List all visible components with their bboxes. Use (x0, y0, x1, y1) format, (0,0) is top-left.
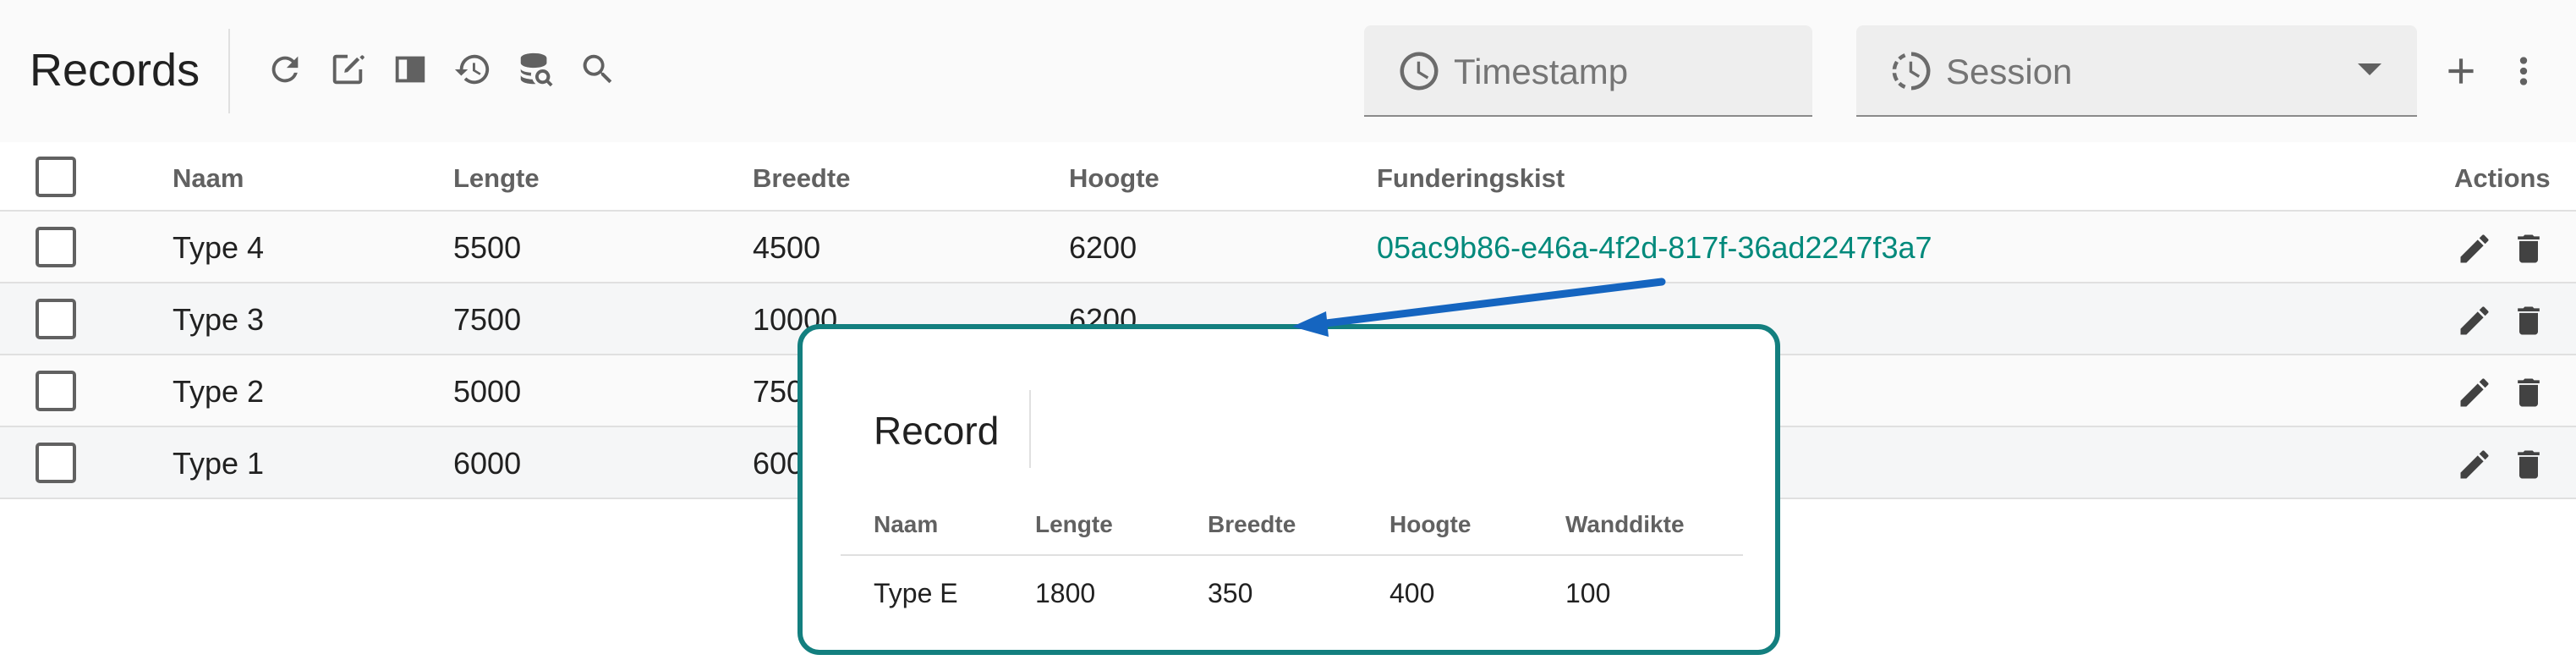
search-icon[interactable] (578, 49, 618, 90)
cell-breedte: 600 (753, 446, 804, 481)
popup-header-divider (841, 554, 1743, 556)
column-header-naam[interactable]: Naam (173, 163, 244, 194)
funderingskist-link[interactable]: 05ac9b86-e46a-4f2d-817f-36ad2247f3a7 (1377, 231, 1932, 265)
popup-cell-lengte: 1800 (1035, 578, 1096, 608)
delete-icon[interactable] (2510, 230, 2547, 267)
column-header-breedte[interactable]: Breedte (753, 163, 850, 194)
delete-icon[interactable] (2510, 374, 2547, 411)
column-header-actions: Actions (2454, 163, 2551, 193)
column-header-hoogte[interactable]: Hoogte (1069, 163, 1159, 194)
popup-column-header: Lengte (1035, 511, 1113, 537)
edit-note-icon[interactable] (327, 49, 368, 90)
edit-icon[interactable] (2456, 302, 2493, 339)
record-popup: Record Naam Lengte Breedte Hoogte Wanddi… (797, 324, 1780, 655)
delete-icon[interactable] (2510, 446, 2547, 483)
edit-icon[interactable] (2456, 374, 2493, 411)
edit-icon[interactable] (2456, 230, 2493, 267)
session-select[interactable]: Session (1856, 25, 2417, 117)
popup-column-header: Breedte (1208, 511, 1296, 537)
page-title: Records (30, 45, 200, 96)
row-checkbox[interactable] (36, 443, 76, 483)
more-vertical-icon[interactable] (2502, 49, 2546, 93)
cell-naam: Type 1 (173, 446, 265, 481)
popup-cell-breedte: 350 (1208, 578, 1253, 608)
cell-breedte: 750 (753, 374, 804, 409)
toolbar: Records Timestamp Session (0, 0, 2576, 142)
cell-hoogte: 6200 (1069, 230, 1137, 265)
popup-title: Record (874, 409, 1000, 453)
popup-title-divider (1029, 390, 1031, 468)
popup-cell-hoogte: 400 (1389, 578, 1435, 608)
refresh-icon[interactable] (265, 49, 305, 90)
delete-icon[interactable] (2510, 302, 2547, 339)
popup-column-header: Wanddikte (1565, 511, 1685, 537)
cell-lengte: 7500 (453, 302, 522, 337)
session-select-label: Session (1946, 52, 2073, 91)
cell-naam: Type 3 (173, 302, 265, 337)
timestamp-filter-label: Timestamp (1454, 52, 1629, 91)
row-checkbox[interactable] (36, 227, 76, 267)
cell-lengte: 6000 (453, 446, 522, 481)
database-search-icon[interactable] (515, 49, 556, 90)
cell-naam: Type 4 (173, 230, 265, 265)
popup-cell-wanddikte: 100 (1565, 578, 1611, 608)
timestamp-filter[interactable]: Timestamp (1364, 25, 1812, 117)
table-row[interactable]: Type 4 5500 4500 6200 05ac9b86-e46a-4f2d… (0, 212, 2576, 283)
clock-icon (1396, 48, 1442, 94)
chevron-down-icon (2358, 63, 2381, 75)
session-clock-icon (1888, 48, 1934, 94)
toolbar-divider (228, 29, 230, 113)
edit-icon[interactable] (2456, 446, 2493, 483)
select-all-checkbox[interactable] (36, 157, 76, 197)
cell-lengte: 5500 (453, 230, 522, 265)
popup-column-header: Naam (874, 511, 939, 537)
column-header-funderingskist[interactable]: Funderingskist (1377, 163, 1565, 194)
row-checkbox[interactable] (36, 371, 76, 411)
history-icon[interactable] (452, 49, 493, 90)
cell-naam: Type 2 (173, 374, 265, 409)
popup-column-header: Hoogte (1389, 511, 1472, 537)
add-icon[interactable] (2439, 49, 2483, 93)
row-checkbox[interactable] (36, 299, 76, 339)
popup-cell-naam: Type E (874, 578, 958, 608)
view-sidebar-icon[interactable] (390, 49, 430, 90)
cell-breedte: 4500 (753, 230, 821, 265)
table-header: Naam Lengte Breedte Hoogte Funderingskis… (0, 142, 2576, 212)
cell-lengte: 5000 (453, 374, 522, 409)
column-header-lengte[interactable]: Lengte (453, 163, 540, 194)
